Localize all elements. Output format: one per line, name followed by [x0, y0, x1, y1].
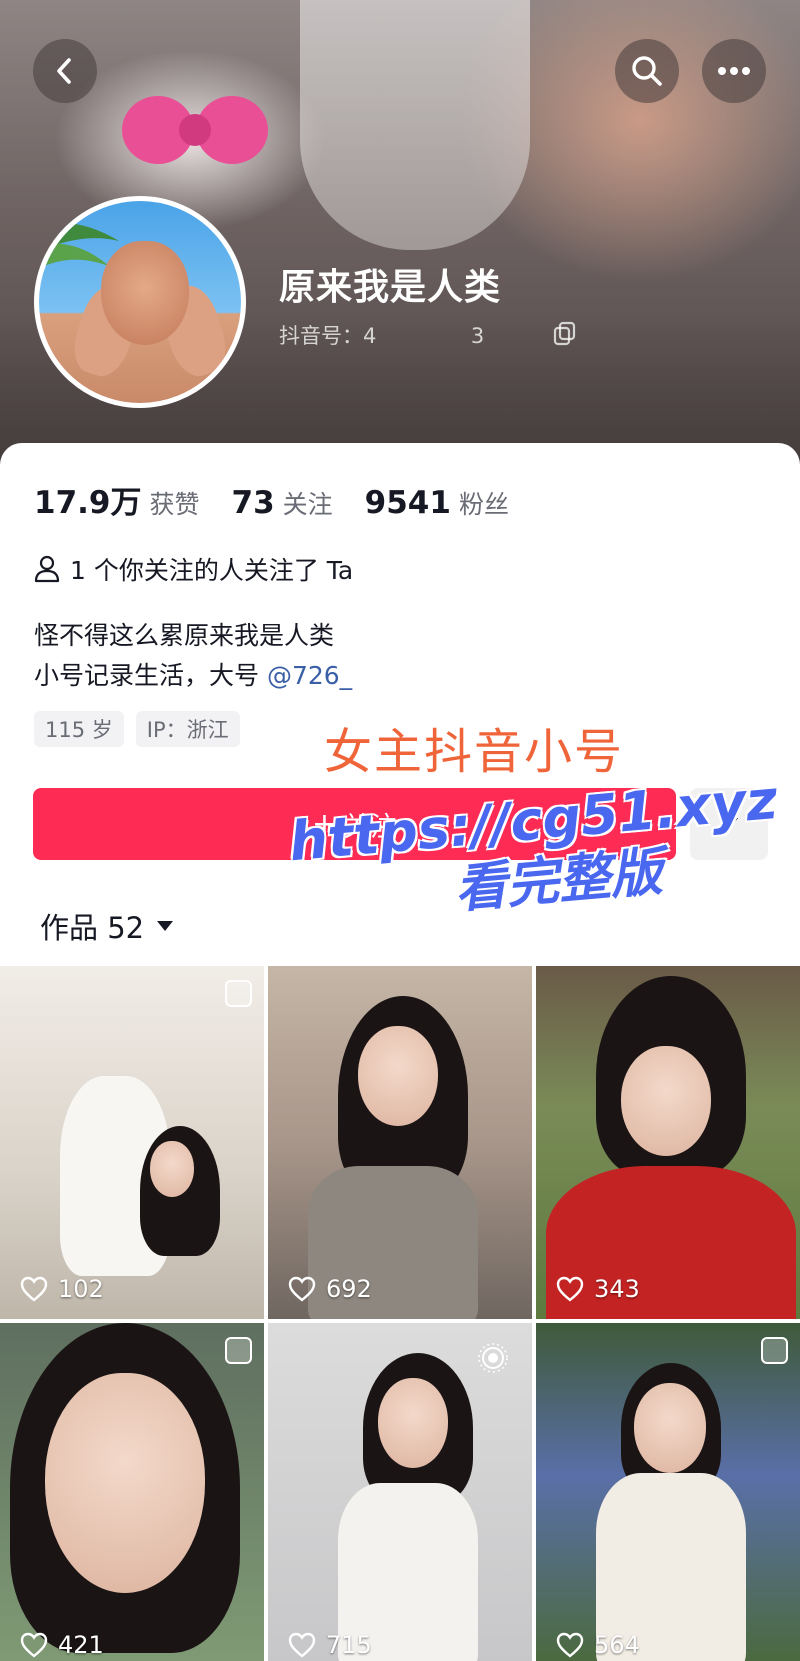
mutual-follow-text: 1 个你关注的人关注了 Ta — [70, 556, 354, 585]
like-count: 343 — [556, 1275, 640, 1303]
heart-icon — [20, 1632, 48, 1658]
stat-likes[interactable]: 17.9万 获赞 — [34, 477, 200, 522]
douyin-id: 抖音号：4 3 — [279, 324, 485, 348]
more-dots-icon — [718, 67, 750, 75]
bio-line-1: 怪不得这么累原来我是人类 — [34, 621, 335, 650]
like-count-value: 421 — [58, 1631, 104, 1659]
select-checkbox[interactable] — [225, 980, 252, 1007]
overlay-caption: 女主抖音小号 — [324, 724, 625, 780]
chevron-left-icon — [57, 58, 71, 84]
video-thumbnail[interactable]: 102 — [0, 966, 264, 1319]
stat-followers-count: 9541 — [364, 485, 451, 521]
like-count-value: 715 — [326, 1631, 372, 1659]
bio-mention-link[interactable]: @726_ — [267, 661, 352, 690]
stat-followers-label: 粉丝 — [458, 490, 509, 519]
video-thumbnail[interactable]: 692 — [268, 966, 532, 1319]
tag-age: 115 岁 — [34, 711, 124, 747]
search-icon — [632, 56, 662, 86]
profile-tags: 115 岁 IP：浙江 — [34, 711, 252, 747]
like-count: 421 — [20, 1631, 104, 1659]
live-photo-icon — [478, 1343, 508, 1373]
profile-bio: 怪不得这么累原来我是人类 小号记录生活，大号 @726_ — [34, 616, 352, 696]
like-count: 102 — [20, 1275, 104, 1303]
like-count-value: 102 — [58, 1275, 104, 1303]
face-image — [634, 1383, 706, 1473]
search-button[interactable] — [615, 39, 679, 103]
like-count-value: 343 — [594, 1275, 640, 1303]
heart-icon — [556, 1632, 584, 1658]
stat-likes-label: 获赞 — [149, 490, 200, 519]
face-image — [621, 1046, 711, 1156]
more-button[interactable] — [702, 39, 766, 103]
select-checkbox[interactable] — [225, 1337, 252, 1364]
stat-followers[interactable]: 9541 粉丝 — [365, 485, 509, 521]
stat-following-label: 关注 — [282, 490, 333, 519]
heart-icon — [288, 1276, 316, 1302]
stat-following-count: 73 — [231, 485, 275, 521]
heart-icon — [20, 1276, 48, 1302]
face-image — [45, 1373, 205, 1593]
video-thumbnail[interactable]: 343 — [536, 966, 800, 1319]
tab-works-label: 作品 52 — [40, 911, 145, 945]
video-thumbnail[interactable]: 715 — [268, 1323, 532, 1661]
mutual-follow-row[interactable]: 1 个你关注的人关注了 Ta — [34, 551, 353, 587]
profile-nickname: 原来我是人类 — [279, 267, 502, 308]
heart-icon — [556, 1276, 584, 1302]
video-thumbnail[interactable]: 421 — [0, 1323, 264, 1661]
profile-stats: 17.9万 获赞 73 关注 9541 粉丝 — [34, 477, 541, 522]
back-button[interactable] — [33, 39, 97, 103]
heart-icon — [288, 1632, 316, 1658]
like-count: 715 — [288, 1631, 372, 1659]
hello-kitty-bow-image — [122, 96, 268, 164]
like-count: 692 — [288, 1275, 372, 1303]
face-image — [358, 1026, 438, 1126]
bio-line-2-text: 小号记录生活，大号 — [34, 661, 267, 690]
bio-line-2: 小号记录生活，大号 @726_ — [34, 656, 352, 696]
face-image — [378, 1378, 448, 1468]
like-count: 564 — [556, 1631, 640, 1659]
face-image — [150, 1141, 194, 1197]
select-checkbox[interactable] — [761, 1337, 788, 1364]
tag-ip-location: IP：浙江 — [135, 711, 240, 747]
video-grid: 102 692 343 421 715 564 — [0, 966, 800, 1661]
video-thumbnail[interactable]: 564 — [536, 1323, 800, 1661]
avatar-face — [101, 241, 189, 345]
copy-icon[interactable] — [552, 320, 578, 346]
stat-following[interactable]: 73 关注 — [232, 485, 333, 521]
airplane-window — [300, 0, 530, 250]
tab-works[interactable]: 作品 52 — [40, 905, 174, 947]
caret-down-icon — [157, 921, 174, 931]
stat-likes-count: 17.9万 — [34, 485, 142, 521]
avatar[interactable] — [34, 196, 246, 408]
user-icon — [34, 555, 60, 583]
like-count-value: 692 — [326, 1275, 372, 1303]
like-count-value: 564 — [594, 1631, 640, 1659]
